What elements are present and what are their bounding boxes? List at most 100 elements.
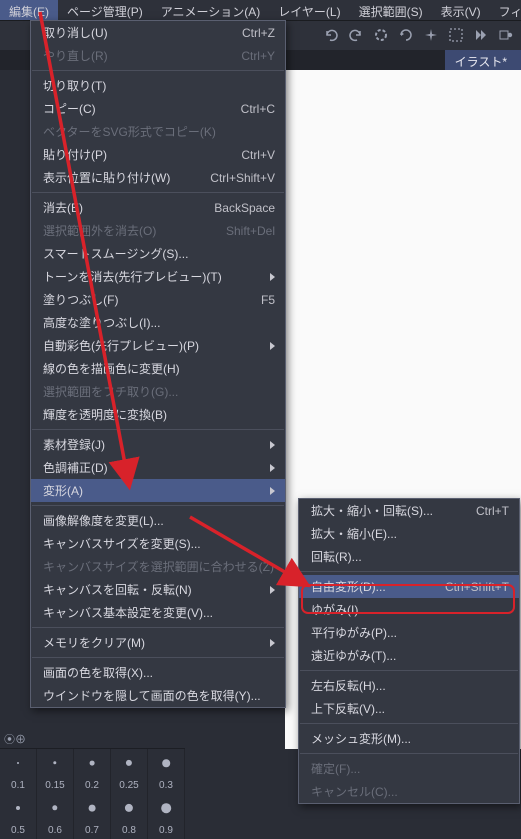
brush-size-cell[interactable]: 0.8: [111, 794, 148, 839]
edit-menu-item-label: 選択範囲外を消去(O): [43, 222, 216, 239]
edit-menu-item-12[interactable]: トーンを消去(先行プレビュー)(T): [31, 265, 285, 288]
transform-submenu-item-7[interactable]: 遠近ゆがみ(T)...: [299, 644, 519, 667]
edit-menu-item-20[interactable]: 素材登録(J): [31, 433, 285, 456]
edit-menu-item-28[interactable]: キャンバス基本設定を変更(V)...: [31, 601, 285, 624]
menubar-item-page[interactable]: ページ管理(P): [58, 0, 152, 20]
edit-menu-item-7[interactable]: 表示位置に貼り付け(W)Ctrl+Shift+V: [31, 166, 285, 189]
transform-submenu-item-6[interactable]: 平行ゆがみ(P)...: [299, 621, 519, 644]
brush-size-label: 0.2: [74, 780, 110, 791]
brush-dot-icon: [162, 759, 170, 767]
submenu-arrow-icon: [270, 639, 275, 647]
edit-menu-item-24[interactable]: 画像解像度を変更(L)...: [31, 509, 285, 532]
edit-menu-separator: [32, 657, 284, 658]
brush-size-cell[interactable]: 0.3: [148, 749, 185, 794]
brush-size-cell[interactable]: 0.7: [74, 794, 111, 839]
menubar-item-select[interactable]: 選択範囲(S): [350, 0, 432, 20]
edit-menu-item-label: 切り取り(T): [43, 77, 275, 94]
brush-size-cell[interactable]: 0.9: [148, 794, 185, 839]
edit-menu-item-label: 取り消し(U): [43, 24, 232, 41]
edit-menu-item-27[interactable]: キャンバスを回転・反転(N): [31, 578, 285, 601]
brush-size-cell[interactable]: 0.2: [74, 749, 111, 794]
submenu-arrow-icon: [270, 273, 275, 281]
submenu-arrow-icon: [270, 586, 275, 594]
transform-submenu-item-shortcut: Ctrl+T: [476, 504, 509, 518]
brush-size-label: 0.1: [0, 780, 36, 791]
undo-icon[interactable]: [320, 24, 342, 46]
edit-menu-item-shortcut: Ctrl+Y: [241, 49, 275, 63]
loading-icon[interactable]: [370, 24, 392, 46]
transform-submenu-item-label: 確定(F)...: [311, 760, 509, 777]
rect-select-icon[interactable]: [445, 24, 467, 46]
edit-menu-item-0[interactable]: 取り消し(U)Ctrl+Z: [31, 21, 285, 44]
edit-menu-item-label: キャンバスサイズを選択範囲に合わせる(Z): [43, 558, 275, 575]
refresh-icon[interactable]: [395, 24, 417, 46]
edit-menu-item-32[interactable]: 画面の色を取得(X)...: [31, 661, 285, 684]
edit-menu-item-18[interactable]: 輝度を透明度に変換(B): [31, 403, 285, 426]
tab-illustration[interactable]: イラスト*: [445, 50, 521, 70]
edit-menu-item-14[interactable]: 高度な塗りつぶし(I)...: [31, 311, 285, 334]
edit-menu-item-17: 選択範囲をフチ取り(G)...: [31, 380, 285, 403]
brush-size-cell[interactable]: 0.6: [37, 794, 74, 839]
submenu-arrow-icon: [270, 487, 275, 495]
sparkle-icon[interactable]: [420, 24, 442, 46]
edit-menu-item-22[interactable]: 変形(A): [31, 479, 285, 502]
brush-size-cell[interactable]: 0.15: [37, 749, 74, 794]
redo-icon[interactable]: [345, 24, 367, 46]
edit-menu-item-26: キャンバスサイズを選択範囲に合わせる(Z): [31, 555, 285, 578]
menubar-item-filter[interactable]: フィルター(I): [490, 0, 521, 20]
edit-menu-item-25[interactable]: キャンバスサイズを変更(S)...: [31, 532, 285, 555]
edit-menu-item-6[interactable]: 貼り付け(P)Ctrl+V: [31, 143, 285, 166]
transform-submenu-item-12[interactable]: メッシュ変形(M)...: [299, 727, 519, 750]
edit-menu-item-4[interactable]: コピー(C)Ctrl+C: [31, 97, 285, 120]
brush-size-cell[interactable]: 0.25: [111, 749, 148, 794]
submenu-arrow-icon: [270, 464, 275, 472]
edit-menu-item-label: ベクターをSVG形式でコピー(K): [43, 123, 275, 140]
edit-menu-item-9[interactable]: 消去(E)BackSpace: [31, 196, 285, 219]
transform-submenu-item-10[interactable]: 上下反転(V)...: [299, 697, 519, 720]
record-icon[interactable]: [495, 24, 517, 46]
edit-menu-item-33[interactable]: ウインドウを隠して画面の色を取得(Y)...: [31, 684, 285, 707]
edit-menu-item-label: キャンバス基本設定を変更(V)...: [43, 604, 275, 621]
transform-submenu-separator: [300, 670, 518, 671]
edit-menu-item-21[interactable]: 色調補正(D): [31, 456, 285, 479]
skip-icon[interactable]: [470, 24, 492, 46]
edit-menu-item-3[interactable]: 切り取り(T): [31, 74, 285, 97]
transform-submenu-item-shortcut: Ctrl+Shift+T: [445, 580, 509, 594]
edit-menu-item-label: 変形(A): [43, 482, 264, 499]
edit-menu-item-label: 選択範囲をフチ取り(G)...: [43, 383, 275, 400]
transform-submenu-item-label: 拡大・縮小・回転(S)...: [311, 502, 466, 519]
brush-size-cell[interactable]: 0.5: [0, 794, 37, 839]
edit-menu-item-label: 線の色を描画色に変更(H): [43, 360, 275, 377]
brush-dot-icon: [89, 805, 96, 812]
transform-submenu-item-4[interactable]: 自由変形(D)...Ctrl+Shift+T: [299, 575, 519, 598]
transform-submenu-item-label: メッシュ変形(M)...: [311, 730, 509, 747]
transform-submenu-item-1[interactable]: 拡大・縮小(E)...: [299, 522, 519, 545]
brush-dot-icon: [52, 805, 57, 810]
menubar-item-view[interactable]: 表示(V): [432, 0, 490, 20]
edit-menu-item-16[interactable]: 線の色を描画色に変更(H): [31, 357, 285, 380]
edit-menu-item-15[interactable]: 自動彩色(先行プレビュー)(P): [31, 334, 285, 357]
brush-size-label: 0.8: [111, 825, 147, 836]
edit-menu-item-shortcut: Shift+Del: [226, 224, 275, 238]
menubar: 編集(E) ページ管理(P) アニメーション(A) レイヤー(L) 選択範囲(S…: [0, 0, 521, 21]
menubar-item-layer[interactable]: レイヤー(L): [269, 0, 349, 20]
edit-menu-item-11[interactable]: スマートスムージング(S)...: [31, 242, 285, 265]
brush-size-label: 0.15: [37, 780, 73, 791]
edit-menu-separator: [32, 627, 284, 628]
transform-submenu-item-0[interactable]: 拡大・縮小・回転(S)... Ctrl+T: [299, 499, 519, 522]
brush-dot-icon: [126, 760, 132, 766]
transform-submenu-item-5[interactable]: ゆがみ(I)...: [299, 598, 519, 621]
brush-size-label: 0.7: [74, 825, 110, 836]
transform-submenu-item-2[interactable]: 回転(R)...: [299, 545, 519, 568]
edit-menu-item-shortcut: F5: [261, 293, 275, 307]
brush-size-label: 0.25: [111, 780, 147, 791]
menubar-item-animation[interactable]: アニメーション(A): [152, 0, 270, 20]
edit-menu-item-30[interactable]: メモリをクリア(M): [31, 631, 285, 654]
transform-submenu-item-label: 平行ゆがみ(P)...: [311, 624, 509, 641]
edit-menu-separator: [32, 70, 284, 71]
transform-submenu: 拡大・縮小・回転(S)... Ctrl+T 拡大・縮小(E)...回転(R)... 自…: [298, 498, 520, 804]
transform-submenu-item-9[interactable]: 左右反転(H)...: [299, 674, 519, 697]
edit-menu-item-13[interactable]: 塗りつぶし(F)F5: [31, 288, 285, 311]
brush-size-cell[interactable]: 0.1: [0, 749, 37, 794]
menubar-item-edit[interactable]: 編集(E): [0, 0, 58, 20]
